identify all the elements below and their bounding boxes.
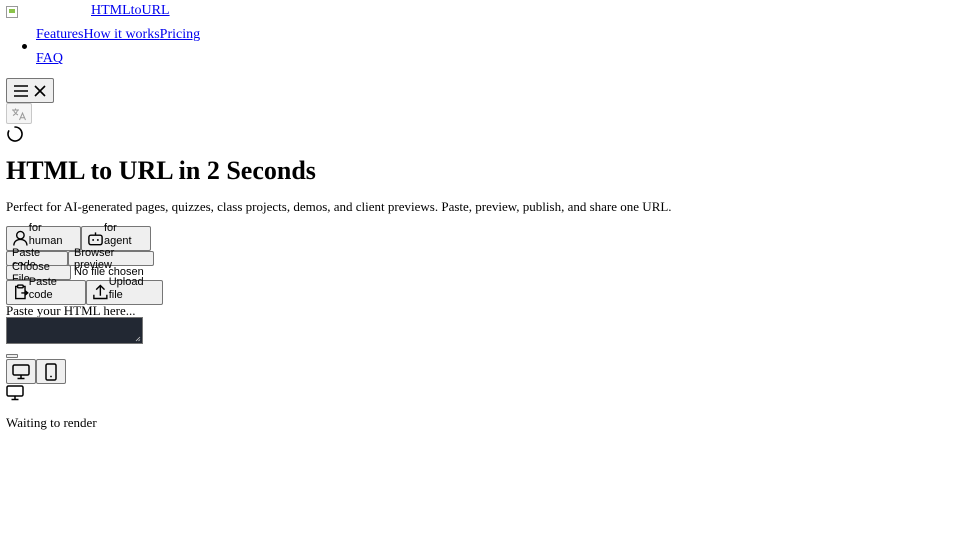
nav-link-how-it-works[interactable]: How it works xyxy=(83,27,159,43)
upload-file-button[interactable]: Upload file xyxy=(86,276,163,305)
spinner-icon xyxy=(7,126,23,142)
page-subtitle: Perfect for AI-generated pages, quizzes,… xyxy=(6,199,672,214)
menu-toggle-button[interactable] xyxy=(6,78,54,103)
nav-bullet xyxy=(22,44,27,49)
mobile-view-button[interactable] xyxy=(36,359,66,384)
page-title: HTML to URL in 2 Seconds xyxy=(6,156,316,185)
desktop-view-button[interactable] xyxy=(6,359,36,384)
preview-desktop-icon xyxy=(6,385,24,401)
upload-file-label: Upload file xyxy=(108,276,144,301)
upload-icon xyxy=(93,284,108,300)
publish-button[interactable] xyxy=(6,354,18,358)
translate-icon xyxy=(12,108,26,120)
nav-link-pricing[interactable]: Pricing xyxy=(160,27,200,43)
resize-grip-icon[interactable] xyxy=(135,336,141,342)
nav-link-faq[interactable]: FAQ xyxy=(36,51,63,67)
brand-name: HTMLtoURL xyxy=(91,3,170,18)
desktop-icon xyxy=(12,363,30,379)
user-icon xyxy=(13,230,28,246)
nav-link-features[interactable]: Features xyxy=(36,27,83,43)
robot-icon xyxy=(88,232,103,246)
for-human-label: for human xyxy=(28,222,63,247)
for-agent-label: for agent xyxy=(104,222,132,247)
preview-status: Waiting to render xyxy=(6,415,97,430)
nav-links: Features How it works Pricing xyxy=(36,27,200,43)
language-button[interactable] xyxy=(6,103,32,124)
menu-icon xyxy=(14,84,28,97)
clipboard-icon xyxy=(15,284,29,300)
close-icon xyxy=(34,84,46,97)
paste-code-label: Paste code xyxy=(28,276,57,301)
editor-label: Paste your HTML here... xyxy=(6,303,136,318)
html-editor[interactable] xyxy=(6,317,143,344)
brand-link[interactable]: HTMLtoURL xyxy=(6,3,170,19)
tab-browser-preview[interactable]: Browser preview xyxy=(68,247,154,271)
mobile-icon xyxy=(45,362,57,381)
paste-code-button[interactable]: Paste code xyxy=(6,276,86,305)
broken-logo-image xyxy=(6,6,18,18)
